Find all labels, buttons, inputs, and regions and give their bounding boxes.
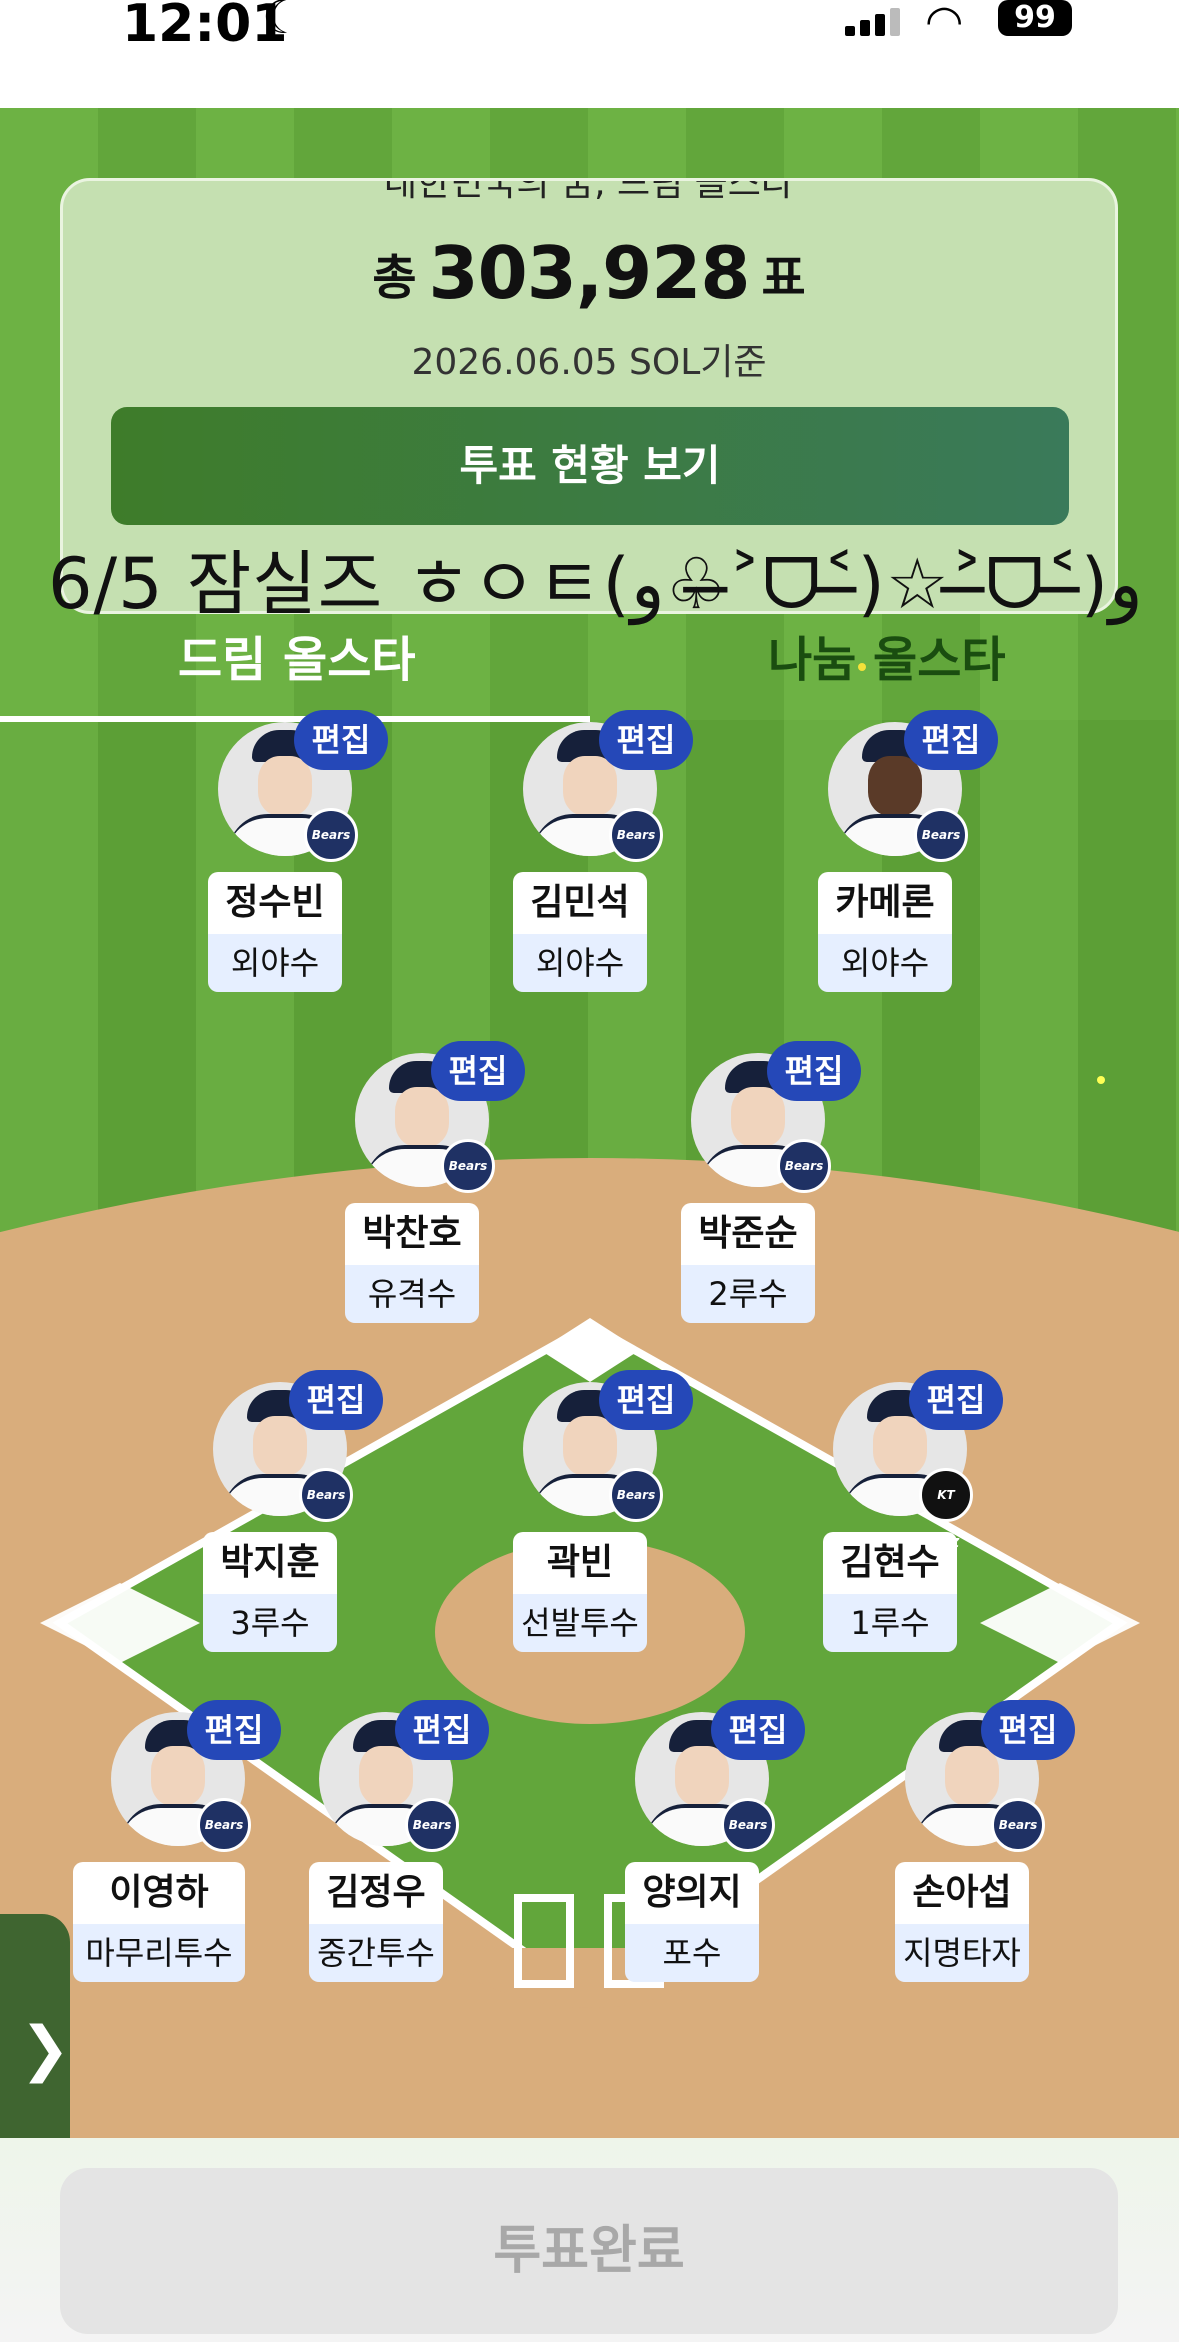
edit-button[interactable]: 편집	[904, 710, 998, 770]
player-card: 박찬호 유격수	[345, 1203, 479, 1323]
player-name: 곽빈	[513, 1532, 647, 1594]
edit-button[interactable]: 편집	[294, 710, 388, 770]
player-card: 김민석 외야수	[513, 872, 647, 992]
team-logo-icon: Bears	[914, 808, 968, 862]
player-name: 카메론	[818, 872, 952, 934]
player-name: 박준순	[681, 1203, 815, 1265]
player-card: 곽빈 선발투수	[513, 1532, 647, 1652]
player-name: 김민석	[513, 872, 647, 934]
player-name: 양의지	[625, 1862, 759, 1924]
moon-icon: ☾	[262, 0, 304, 44]
player-card: 손아섭 지명타자	[895, 1862, 1029, 1982]
team-logo-icon: Bears	[304, 808, 358, 862]
player-position: 외야수	[513, 934, 647, 992]
edit-button[interactable]: 편집	[711, 1700, 805, 1760]
edit-button[interactable]: 편집	[289, 1370, 383, 1430]
player-name: 이영하	[73, 1862, 245, 1924]
team-logo-icon: Bears	[609, 1468, 663, 1522]
player-card: 박준순 2루수	[681, 1203, 815, 1323]
player-position: 마무리투수	[73, 1924, 245, 1982]
player-card: 박지훈 3루수	[203, 1532, 337, 1652]
player-position: 외야수	[818, 934, 952, 992]
team-logo-icon: Bears	[777, 1139, 831, 1193]
edit-button[interactable]: 편집	[767, 1041, 861, 1101]
tab-underline	[0, 716, 590, 722]
bottom-bar: 투표완료	[0, 2138, 1179, 2342]
edit-button[interactable]: 편집	[599, 1370, 693, 1430]
player-card: 이영하 마무리투수	[73, 1862, 245, 1982]
edit-button[interactable]: 편집	[599, 710, 693, 770]
team-logo-icon: KT WIZ	[919, 1468, 973, 1550]
team-logo-icon: Bears	[991, 1798, 1045, 1852]
team-logo-icon: Bears	[441, 1139, 495, 1193]
wifi-icon: ◠	[925, 0, 964, 47]
player-position: 유격수	[345, 1265, 479, 1323]
player-card: 김현수 1루수	[823, 1532, 957, 1652]
player-position: 지명타자	[895, 1924, 1029, 1982]
player-name: 박찬호	[345, 1203, 479, 1265]
total-suffix: 표	[761, 250, 806, 306]
player-position: 선발투수	[513, 1594, 647, 1652]
edit-button[interactable]: 편집	[395, 1700, 489, 1760]
player-name: 김현수	[823, 1532, 957, 1594]
player-position: 3루수	[203, 1594, 337, 1652]
player-name: 김정우	[309, 1862, 443, 1924]
total-prefix: 총	[372, 250, 417, 306]
team-logo-icon: Bears	[721, 1798, 775, 1852]
card-title-cut: 대한민국의 꿈, 드림 올스타	[383, 181, 795, 204]
ballpark-field: 대한민국의 꿈, 드림 올스타 총 303,928 표 2026.06.05 SOL…	[0, 108, 1179, 2200]
player-card: 김정우 중간투수	[309, 1862, 443, 1982]
player-name: 박지훈	[203, 1532, 337, 1594]
edit-button[interactable]: 편집	[431, 1041, 525, 1101]
battery-icon: 99	[998, 0, 1072, 36]
vote-complete-button[interactable]: 투표완료	[60, 2168, 1118, 2334]
chevron-right-icon: ❯	[20, 2014, 71, 2084]
player-position: 포수	[625, 1924, 759, 1982]
vote-status-button[interactable]: 투표 현황 보기	[111, 407, 1069, 525]
team-logo-icon: Bears	[197, 1798, 251, 1852]
player-card: 카메론 외야수	[818, 872, 952, 992]
player-position: 중간투수	[309, 1924, 443, 1982]
player-name: 정수빈	[208, 872, 342, 934]
player-position: 1루수	[823, 1594, 957, 1652]
banner-text: 6/5 잠실즈 ㅎㅇㅌ(ﻭ♧˃̶ᗜ˂̶)☆˃̶ᗜ˂̶)ﻭ	[48, 543, 1143, 625]
edit-button[interactable]: 편집	[909, 1370, 1003, 1430]
team-logo-icon: Bears	[405, 1798, 459, 1852]
status-bar: 12:01 ☾ ◠ 99	[0, 0, 1179, 108]
player-position: 외야수	[208, 934, 342, 992]
tab-dream-allstar[interactable]: 드림 올스타	[178, 620, 416, 690]
edit-button[interactable]: 편집	[187, 1700, 281, 1760]
basis-date: 2026.06.05 SOL기준	[411, 342, 767, 383]
team-logo-icon: Bears	[609, 808, 663, 862]
signal-icon	[845, 6, 901, 36]
total-votes: 총 303,928 표	[63, 231, 1115, 315]
decor-dot	[858, 663, 866, 671]
player-card: 정수빈 외야수	[208, 872, 342, 992]
player-name: 손아섭	[895, 1862, 1029, 1924]
player-position: 2루수	[681, 1265, 815, 1323]
player-card: 양의지 포수	[625, 1862, 759, 1982]
total-votes-number: 303,928	[428, 231, 751, 315]
tab-nanum-allstar[interactable]: 나눔 올스타	[768, 620, 1006, 690]
team-logo-icon: Bears	[299, 1468, 353, 1522]
edit-button[interactable]: 편집	[981, 1700, 1075, 1760]
decor-spark	[1097, 1076, 1105, 1084]
